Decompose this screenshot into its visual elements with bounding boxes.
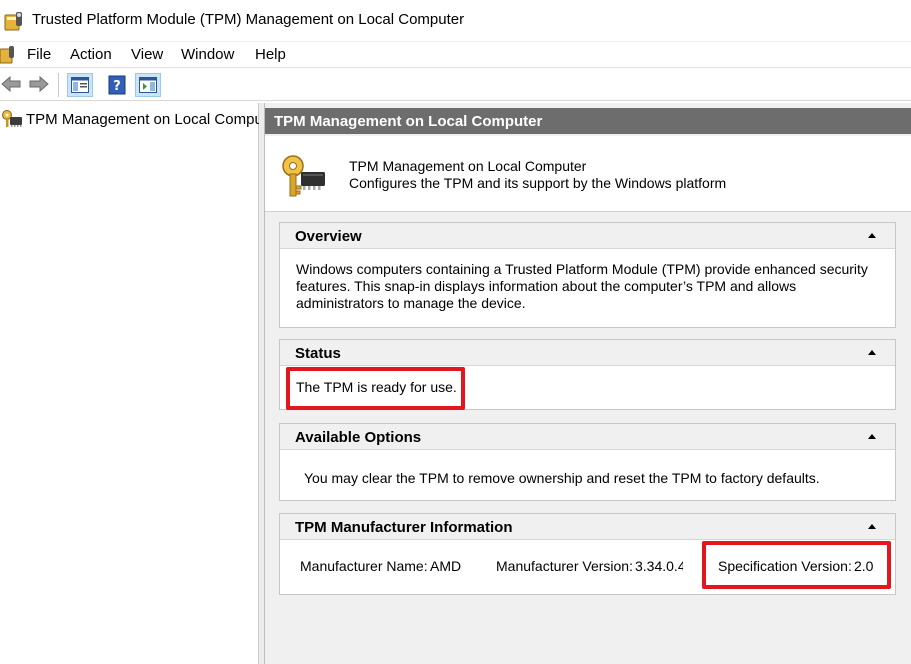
toolbar-separator [58, 73, 59, 97]
spec-version-highlight-box [702, 541, 891, 589]
manufacturer-name-label: Manufacturer Name: [300, 558, 428, 574]
snapin-header: TPM Management on Local Computer Configu… [265, 136, 911, 212]
forward-button[interactable] [28, 73, 50, 95]
show-hide-tree-icon [71, 77, 89, 93]
available-options-section: Available Options You may clear the TPM … [279, 423, 896, 501]
manufacturer-version-label: Manufacturer Version: [496, 558, 633, 574]
svg-text:?: ? [113, 79, 121, 94]
menu-help[interactable]: Help [255, 46, 286, 63]
window-title: Trusted Platform Module (TPM) Management… [32, 11, 465, 28]
show-hide-tree-button[interactable] [67, 73, 93, 97]
menu-action[interactable]: Action [70, 46, 112, 63]
tpm-menu-icon[interactable] [0, 45, 16, 65]
result-pane-header: TPM Management on Local Computer [265, 108, 911, 134]
available-options-text: You may clear the TPM to remove ownershi… [304, 470, 820, 486]
collapse-icon[interactable] [867, 231, 877, 239]
collapse-icon[interactable] [867, 522, 877, 530]
toolbar: ? [0, 69, 911, 101]
menu-bar: File Action View Window Help [0, 42, 911, 68]
status-title: Status [295, 345, 341, 362]
help-icon: ? [108, 75, 126, 95]
overview-section: Overview Windows computers containing a … [279, 222, 896, 328]
menu-file[interactable]: File [27, 46, 51, 63]
status-highlight-box [286, 367, 465, 410]
snapin-title: TPM Management on Local Computer [349, 158, 587, 174]
show-hide-action-pane-button[interactable] [135, 73, 161, 97]
help-button[interactable]: ? [106, 73, 128, 97]
tree-item-label: TPM Management on Local Computer [26, 110, 259, 128]
manufacturer-name-value: AMD [430, 558, 462, 574]
overview-title: Overview [295, 228, 362, 245]
available-options-header[interactable]: Available Options [280, 424, 895, 450]
tree-item-tpm-management[interactable]: TPM Management on Local Computer [0, 108, 259, 130]
manufacturer-version-value: 3.34.0.4 [635, 558, 683, 574]
tpm-tree-icon [2, 110, 22, 127]
back-button[interactable] [0, 73, 22, 95]
show-hide-action-pane-icon [139, 77, 157, 93]
menu-window[interactable]: Window [181, 46, 234, 63]
collapse-icon[interactable] [867, 348, 877, 356]
tpm-key-chip-icon [282, 155, 325, 197]
overview-header[interactable]: Overview [280, 223, 895, 249]
back-arrow-icon [1, 76, 21, 92]
forward-arrow-icon [29, 76, 49, 92]
console-tree: TPM Management on Local Computer [0, 103, 259, 664]
manufacturer-info-title: TPM Manufacturer Information [295, 519, 513, 536]
available-options-title: Available Options [295, 429, 422, 446]
manufacturer-info-header[interactable]: TPM Manufacturer Information [280, 514, 895, 540]
tpm-app-icon [4, 12, 22, 31]
overview-text: Windows computers containing a Trusted P… [296, 261, 868, 311]
menu-view[interactable]: View [131, 46, 163, 63]
title-bar: Trusted Platform Module (TPM) Management… [0, 0, 911, 42]
collapse-icon[interactable] [867, 432, 877, 440]
snapin-description: Configures the TPM and its support by th… [349, 175, 727, 191]
status-header[interactable]: Status [280, 340, 895, 366]
